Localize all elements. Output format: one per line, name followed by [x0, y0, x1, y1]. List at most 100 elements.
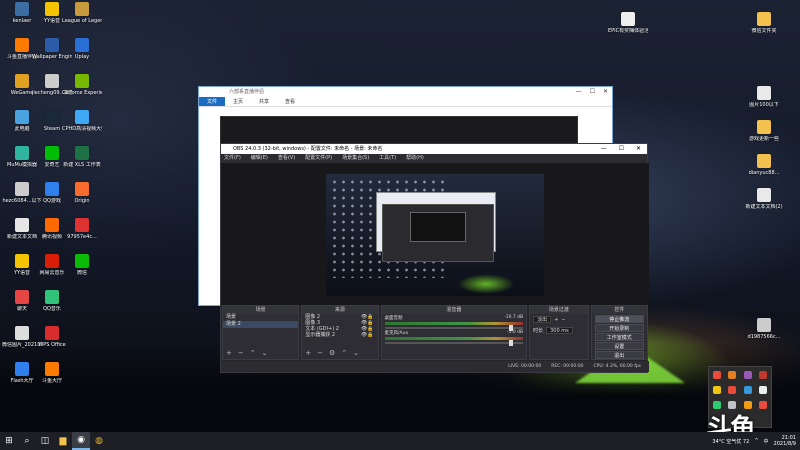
app-icon: [15, 2, 29, 16]
source-item[interactable]: 显示器捕获 2 👁🔒: [302, 332, 377, 338]
preview-recursive: [410, 212, 466, 242]
tray-app-icon[interactable]: [759, 370, 768, 379]
tray-app-icon[interactable]: [728, 370, 737, 379]
sources-header: 来源: [302, 306, 378, 314]
app-icon: [75, 218, 89, 232]
menu-view[interactable]: 查看(V): [278, 154, 295, 163]
gear-icon[interactable]: ⚙: [329, 349, 335, 357]
desktop-icon[interactable]: 97957e4c...: [62, 218, 102, 254]
transition-select[interactable]: 淡出: [533, 316, 552, 323]
menu-tools[interactable]: 工具(T): [379, 154, 396, 163]
desktop-icon[interactable]: d1987566c...: [744, 318, 784, 354]
maximize-icon[interactable]: ☐: [619, 144, 624, 154]
start-recording-button[interactable]: 开始录制: [594, 324, 644, 332]
sources-controls: + − ⚙ ⌃ ⌄: [305, 349, 359, 357]
desktop-icon-label: 新建文本文档(2): [745, 204, 783, 210]
app-icon: [15, 74, 29, 88]
menu-edit[interactable]: 编辑(E): [251, 154, 268, 163]
explorer-tab-view[interactable]: 查看: [277, 97, 303, 106]
duration-label: 时长: [533, 328, 544, 334]
chevron-up-icon[interactable]: ^: [754, 438, 758, 444]
scene-item[interactable]: 场景: [223, 314, 298, 321]
desktop-icon[interactable]: dianyuc88...: [744, 154, 784, 190]
desktop-icon[interactable]: 斗鱼大厅: [32, 362, 72, 398]
volume-fader[interactable]: [384, 340, 524, 346]
obs-icon[interactable]: ◉: [72, 432, 90, 450]
desktop-icon[interactable]: 微信文件夹: [744, 12, 784, 48]
desktop-icon[interactable]: Uplay: [62, 38, 102, 74]
add-icon[interactable]: +: [226, 349, 232, 357]
tray-app-icon[interactable]: [712, 370, 721, 379]
minimize-icon[interactable]: —: [601, 144, 607, 154]
move-down-icon[interactable]: ⌄: [262, 349, 268, 357]
duration-input[interactable]: 300 ms: [546, 327, 573, 334]
maximize-icon[interactable]: ☐: [590, 88, 595, 95]
app-icon: [45, 182, 59, 196]
tray-app-icon[interactable]: [759, 385, 768, 394]
menu-help[interactable]: 帮助(H): [406, 154, 424, 163]
obs-titlebar: OBS 24.0.3 (32-bit, windows) - 配置文件: 未命名…: [221, 144, 647, 154]
windows-logo-icon[interactable]: ⊞: [0, 432, 18, 450]
move-up-icon[interactable]: ⌃: [341, 349, 347, 357]
menu-file[interactable]: 文件(F): [224, 154, 241, 163]
close-icon[interactable]: ✕: [636, 144, 641, 154]
clock-date[interactable]: 2021/8/9: [774, 441, 796, 447]
scene-item[interactable]: 场景 2: [223, 321, 299, 328]
desktop-icon[interactable]: 新建 XLS 工作表: [62, 146, 102, 182]
volume-meter: [384, 322, 524, 325]
obs-window-controls: — ☐ ✕: [601, 144, 641, 154]
desktop-icon[interactable]: CPHD高清视频大师: [62, 110, 102, 146]
task-view-icon[interactable]: ◫: [36, 432, 54, 450]
desktop-icon[interactable]: 新建文本文档(2): [744, 188, 784, 224]
tray-app-icon[interactable]: [743, 385, 752, 394]
app-icon: [45, 146, 59, 160]
close-icon[interactable]: ✕: [603, 88, 608, 95]
add-icon[interactable]: +: [554, 317, 558, 323]
explorer-tab-share[interactable]: 共享: [251, 97, 277, 106]
obs-preview[interactable]: [326, 174, 544, 296]
ime-indicator[interactable]: 中: [764, 438, 769, 445]
settings-button[interactable]: 设置: [594, 342, 644, 350]
tray-app-icon[interactable]: [743, 370, 752, 379]
desktop-icon[interactable]: QQ音乐: [32, 290, 72, 326]
desktop-icon-label: EPIC有奖嗨体验活动介绍: [608, 28, 648, 34]
tray-app-icon[interactable]: [712, 385, 721, 394]
obs-menubar: 文件(F) 编辑(E) 查看(V) 配置文件(P) 场景集合(S) 工具(T) …: [221, 154, 647, 163]
app-icon: [75, 74, 89, 88]
desktop-icon[interactable]: 游戏更新一些: [744, 120, 784, 156]
remove-icon[interactable]: −: [317, 349, 323, 357]
desktop-icon[interactable]: 微信: [62, 254, 102, 290]
app-icon: [45, 326, 59, 340]
desktop-icon[interactable]: Origin: [62, 182, 102, 218]
remove-icon[interactable]: −: [561, 317, 565, 323]
search-icon[interactable]: ⌕: [18, 432, 36, 450]
move-down-icon[interactable]: ⌄: [353, 349, 359, 357]
remove-icon[interactable]: −: [238, 349, 244, 357]
desktop-icon[interactable]: League of Legends: [62, 2, 102, 38]
weather[interactable]: 34°C 空气优 72: [712, 438, 749, 445]
studio-mode-button[interactable]: 工作室模式: [594, 333, 644, 341]
file-explorer-icon[interactable]: ▆: [54, 432, 72, 450]
explorer-tab-home[interactable]: 主页: [225, 97, 251, 106]
desktop-icon[interactable]: 图片100以下: [744, 86, 784, 122]
eye-lock-icon[interactable]: 👁🔒: [361, 332, 374, 338]
obs-window[interactable]: OBS 24.0.3 (32-bit, windows) - 配置文件: 未命名…: [220, 143, 649, 373]
minimize-icon[interactable]: —: [576, 88, 582, 95]
stop-streaming-button[interactable]: 停止推流: [594, 315, 644, 323]
app-icon: [75, 38, 89, 52]
exit-button[interactable]: 退出: [594, 351, 644, 359]
chrome-icon[interactable]: ◍: [90, 432, 108, 450]
add-icon[interactable]: +: [305, 349, 311, 357]
explorer-tab-file[interactable]: 文件: [199, 97, 226, 106]
menu-profile[interactable]: 配置文件(P): [305, 154, 332, 163]
move-up-icon[interactable]: ⌃: [250, 349, 256, 357]
explorer-ribbon: 文件 主页 共享 查看: [199, 97, 612, 107]
tray-app-icon[interactable]: [759, 400, 768, 409]
explorer-title: 六部系直播伴侣: [199, 87, 612, 97]
menu-scene-collection[interactable]: 场景集合(S): [342, 154, 369, 163]
track-db: -5.0 dB: [506, 330, 524, 335]
tray-app-icon[interactable]: [728, 385, 737, 394]
desktop-icon[interactable]: GeForce Experience: [62, 74, 102, 110]
desktop-icon[interactable]: WPS Office: [32, 326, 72, 362]
desktop-icon[interactable]: EPIC有奖嗨体验活动介绍: [608, 12, 648, 48]
